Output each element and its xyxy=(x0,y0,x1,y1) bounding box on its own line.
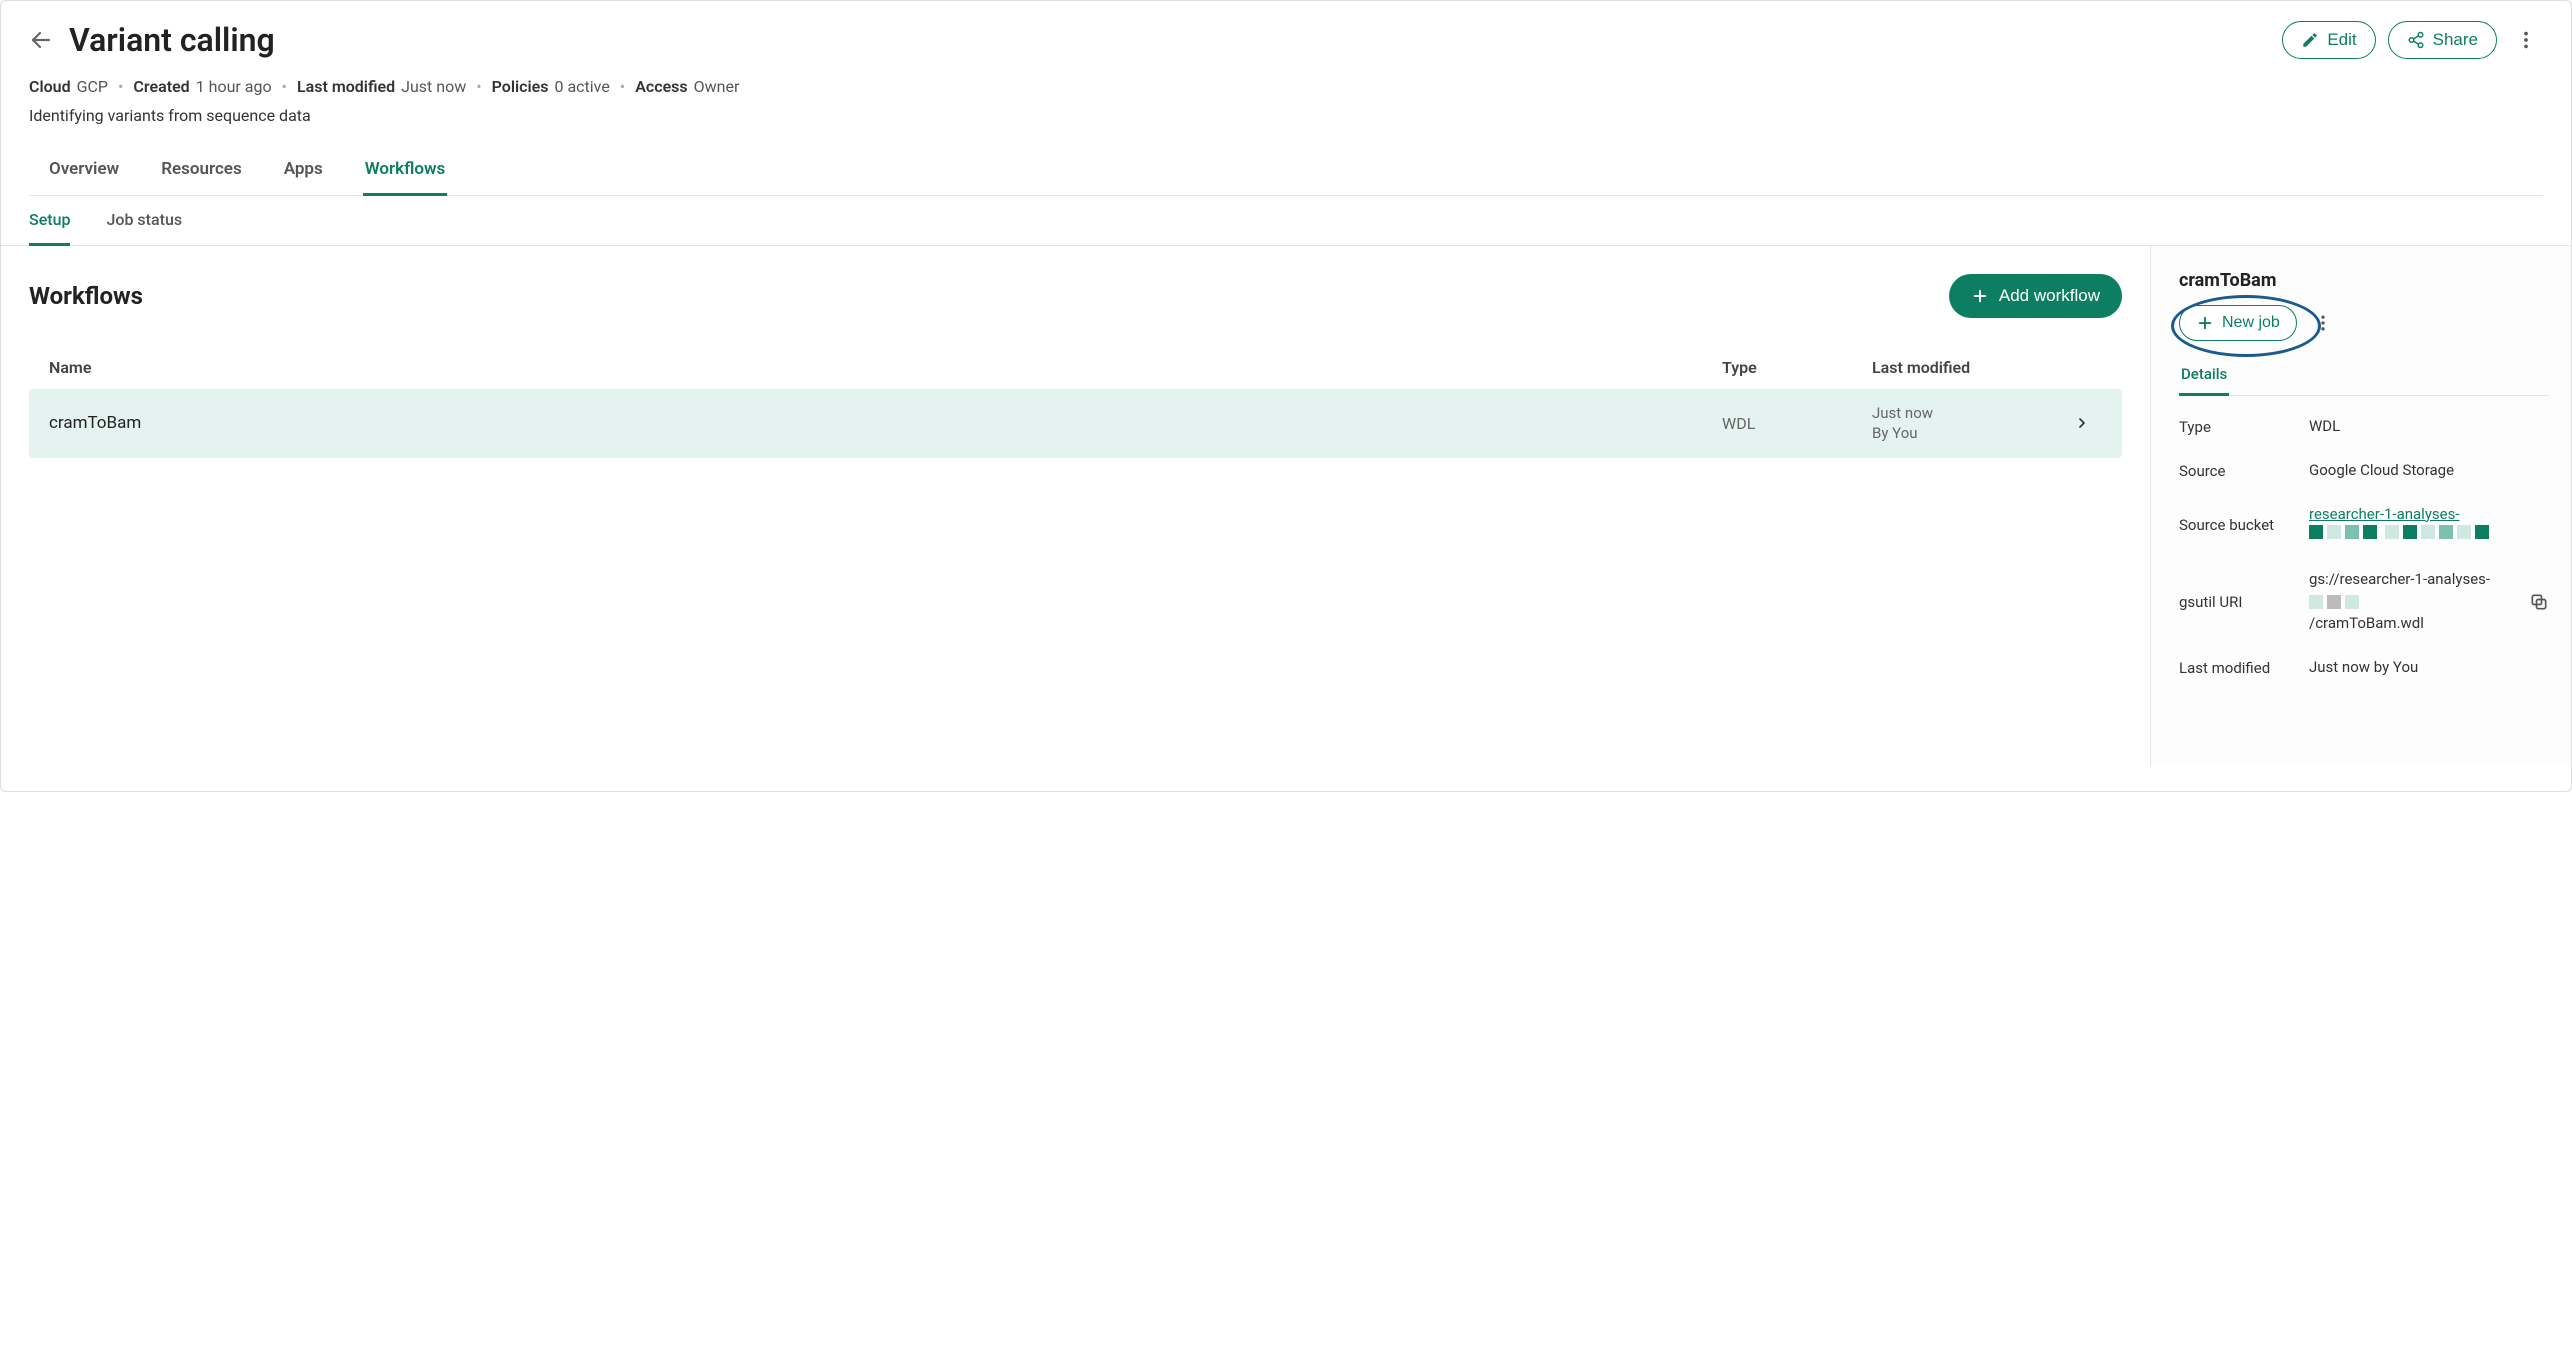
redacted-text xyxy=(2309,595,2359,609)
sub-tabs: Setup Job status xyxy=(1,196,2571,246)
header-more-menu[interactable] xyxy=(2509,23,2543,57)
copy-button[interactable] xyxy=(2529,592,2549,612)
subtab-job-status[interactable]: Job status xyxy=(106,210,182,246)
tab-apps[interactable]: Apps xyxy=(282,149,325,196)
edit-button[interactable]: Edit xyxy=(2282,21,2375,59)
subtab-setup[interactable]: Setup xyxy=(29,210,70,246)
share-icon xyxy=(2407,31,2425,49)
row-name: cramToBam xyxy=(49,413,1722,433)
col-name: Name xyxy=(49,358,1722,377)
meta-policies-label: Policies xyxy=(492,77,549,96)
detail-source-label: Source xyxy=(2179,462,2299,480)
meta-row: Cloud GCP • Created 1 hour ago • Last mo… xyxy=(29,77,2543,96)
detail-gsutil-label: gsutil URI xyxy=(2179,593,2299,611)
detail-modified-label: Last modified xyxy=(2179,659,2299,677)
side-panel: cramToBam New job Details Type WDL Sourc… xyxy=(2151,246,2571,766)
new-job-label: New job xyxy=(2222,314,2280,332)
share-label: Share xyxy=(2433,30,2478,50)
detail-source-value: Google Cloud Storage xyxy=(2309,460,2519,482)
col-last-modified: Last modified xyxy=(1872,358,2062,377)
meta-access-value: Owner xyxy=(694,77,740,96)
workflows-table: Name Type Last modified cramToBam WDL Ju… xyxy=(29,346,2122,458)
main-tabs: Overview Resources Apps Workflows xyxy=(29,149,2543,196)
new-job-button[interactable]: New job xyxy=(2179,305,2297,341)
meta-policies-value: 0 active xyxy=(555,77,610,96)
meta-cloud-label: Cloud xyxy=(29,77,71,96)
col-type: Type xyxy=(1722,358,1872,377)
detail-bucket-label: Source bucket xyxy=(2179,516,2299,534)
edit-label: Edit xyxy=(2327,30,2356,50)
plus-icon xyxy=(1971,287,1989,305)
copy-icon xyxy=(2529,592,2549,612)
row-modified: Just now By You xyxy=(1872,403,2062,444)
share-button[interactable]: Share xyxy=(2388,21,2497,59)
page-title: Variant calling xyxy=(69,21,2266,59)
meta-created-value: 1 hour ago xyxy=(196,77,272,96)
table-row[interactable]: cramToBam WDL Just now By You xyxy=(29,389,2122,458)
workflows-heading: Workflows xyxy=(29,282,143,310)
tab-overview[interactable]: Overview xyxy=(47,149,121,196)
meta-created-label: Created xyxy=(133,77,189,96)
back-arrow-icon[interactable] xyxy=(29,28,53,52)
kebab-icon xyxy=(2515,29,2537,51)
meta-modified-value: Just now xyxy=(401,77,466,96)
pencil-icon xyxy=(2301,31,2319,49)
chevron-right-icon xyxy=(2062,415,2102,431)
meta-cloud-value: GCP xyxy=(77,77,108,96)
detail-modified-value: Just now by You xyxy=(2309,657,2519,679)
add-workflow-label: Add workflow xyxy=(1999,286,2100,306)
plus-icon xyxy=(2196,314,2214,332)
detail-type-value: WDL xyxy=(2309,416,2519,438)
side-title: cramToBam xyxy=(2179,270,2549,291)
side-tab-details[interactable]: Details xyxy=(2179,357,2229,396)
detail-type-label: Type xyxy=(2179,418,2299,436)
meta-modified-label: Last modified xyxy=(297,77,395,96)
side-more-menu[interactable] xyxy=(2307,307,2339,339)
detail-gsutil-value: gs://researcher-1-analyses- /cramToBam.w… xyxy=(2309,569,2519,635)
redacted-text xyxy=(2309,525,2489,547)
add-workflow-button[interactable]: Add workflow xyxy=(1949,274,2122,318)
tab-resources[interactable]: Resources xyxy=(159,149,244,196)
row-type: WDL xyxy=(1722,414,1872,433)
description: Identifying variants from sequence data xyxy=(29,106,2543,125)
tab-workflows[interactable]: Workflows xyxy=(363,149,448,196)
detail-bucket-value[interactable]: researcher-1-analyses- xyxy=(2309,504,2519,548)
kebab-icon xyxy=(2313,313,2333,333)
meta-access-label: Access xyxy=(635,77,687,96)
